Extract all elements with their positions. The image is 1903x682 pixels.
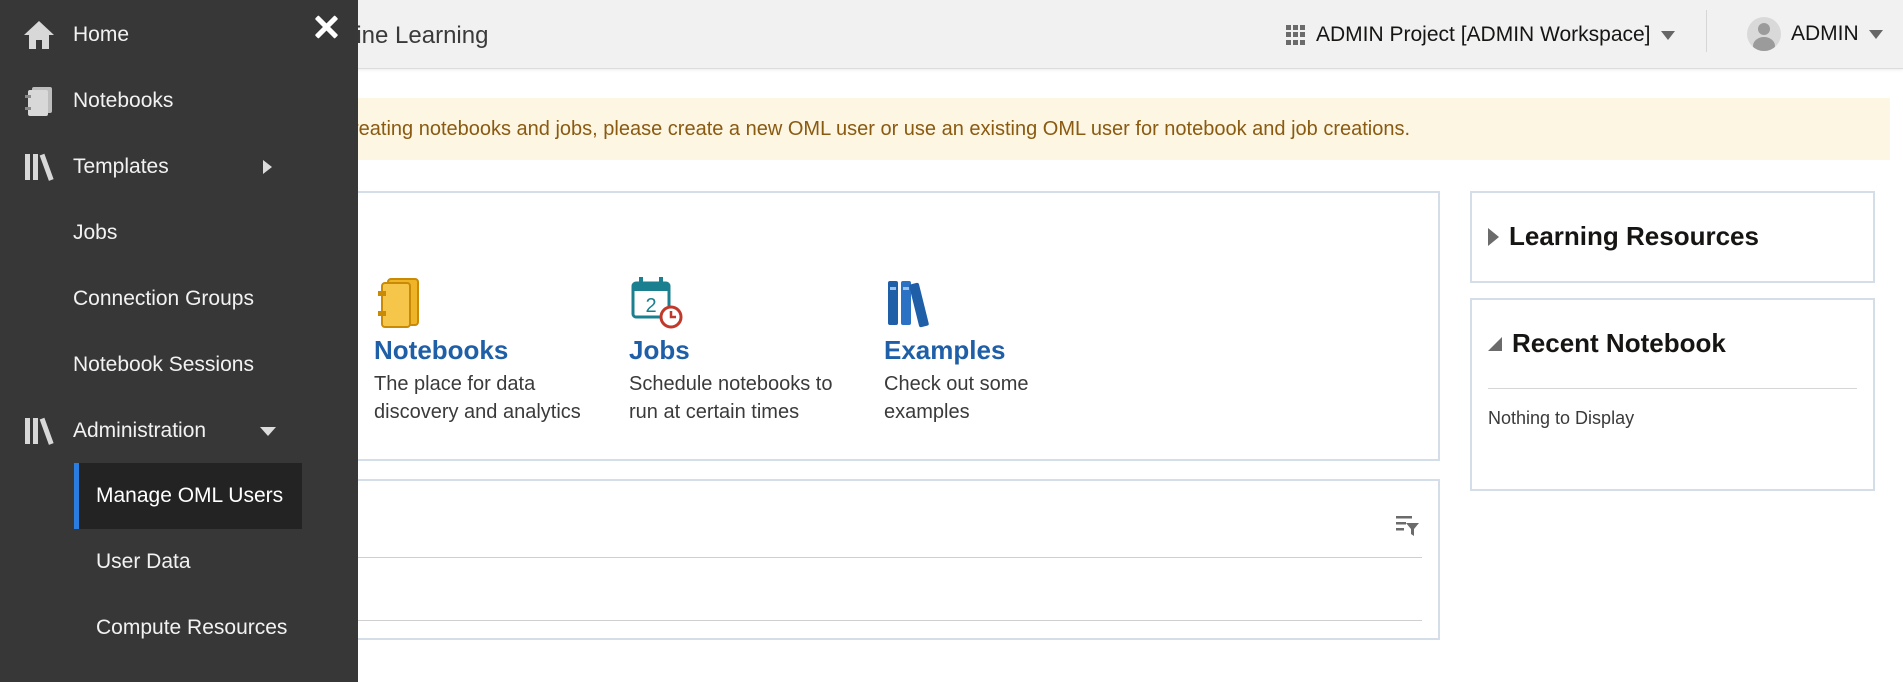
svg-text:2: 2 bbox=[645, 295, 656, 317]
app-title: hine Learning bbox=[343, 22, 489, 49]
nav-item-label: Administration bbox=[73, 419, 207, 442]
description-line: Schedule notebooks to bbox=[629, 373, 833, 395]
project-selector[interactable]: ADMIN Project [ADMIN Workspace] bbox=[1286, 18, 1675, 52]
nav-item-templates[interactable]: Templates bbox=[0, 139, 358, 195]
nav-item-administration[interactable]: Administration bbox=[0, 403, 358, 459]
description-line: Check out some bbox=[884, 373, 1029, 395]
quick-action-title: Jobs bbox=[629, 335, 690, 365]
calendar-clock-icon: 2 bbox=[629, 275, 859, 331]
nav-item-connection-groups[interactable]: Connection Groups bbox=[0, 271, 358, 327]
chevron-down-icon bbox=[1868, 29, 1883, 39]
project-selector-label: ADMIN Project [ADMIN Workspace] bbox=[1316, 23, 1651, 46]
quick-action-jobs[interactable]: 2 Jobs Schedule notebooks to run at cert… bbox=[629, 275, 859, 426]
panel-divider bbox=[1488, 388, 1857, 389]
library-icon bbox=[22, 151, 56, 183]
nav-subitem-label: Compute Resources bbox=[96, 616, 288, 639]
list-divider bbox=[332, 557, 1422, 558]
nav-item-label: Templates bbox=[73, 155, 169, 178]
warning-banner: reating notebooks and jobs, please creat… bbox=[340, 98, 1890, 160]
nav-item-notebook-sessions[interactable]: Notebook Sessions bbox=[0, 337, 358, 393]
recent-notebook-title: Recent Notebook bbox=[1512, 328, 1726, 358]
nav-item-jobs[interactable]: Jobs bbox=[0, 205, 358, 261]
avatar-icon bbox=[1747, 17, 1781, 51]
notebooks-icon bbox=[22, 85, 56, 117]
list-divider bbox=[332, 620, 1422, 621]
quick-action-title: Notebooks bbox=[374, 335, 509, 365]
nav-subitem-compute-resources[interactable]: Compute Resources bbox=[74, 595, 302, 661]
learning-resources-toggle[interactable]: Learning Resources bbox=[1488, 221, 1759, 252]
home-icon bbox=[22, 19, 56, 51]
nav-subitem-label: User Data bbox=[96, 550, 191, 573]
quick-actions-panel: Notebooks The place for data discovery a… bbox=[330, 191, 1440, 461]
user-menu[interactable]: ADMIN bbox=[1747, 15, 1883, 53]
collapse-icon bbox=[1488, 336, 1502, 351]
books-icon bbox=[884, 275, 1114, 331]
nav-item-label: Connection Groups bbox=[73, 287, 254, 310]
nav-subitem-manage-oml-users[interactable]: Manage OML Users bbox=[74, 463, 302, 529]
nav-item-notebooks[interactable]: Notebooks bbox=[0, 73, 358, 129]
learning-resources-title: Learning Resources bbox=[1509, 221, 1759, 251]
nav-item-label: Notebook Sessions bbox=[73, 353, 254, 376]
empty-state-text: Nothing to Display bbox=[1488, 408, 1635, 428]
nav-item-label: Home bbox=[73, 23, 130, 46]
nav-subitem-user-data[interactable]: User Data bbox=[74, 529, 302, 595]
grid-icon bbox=[1286, 25, 1306, 45]
recent-notebook-panel: Recent Notebook Nothing to Display bbox=[1470, 298, 1875, 491]
quick-action-title: Examples bbox=[884, 335, 1006, 365]
chevron-right-icon bbox=[263, 160, 272, 174]
expand-icon bbox=[1488, 227, 1499, 246]
notebook-icon bbox=[374, 275, 604, 331]
nav-item-home[interactable]: Home bbox=[0, 7, 358, 63]
description-line: examples bbox=[884, 401, 970, 423]
description-line: run at certain times bbox=[629, 401, 800, 423]
filter-icon[interactable] bbox=[1394, 513, 1420, 539]
chevron-down-icon bbox=[260, 426, 276, 436]
recent-activity-panel bbox=[330, 479, 1440, 640]
chevron-down-icon bbox=[1660, 30, 1675, 40]
quick-action-description: Check out some examples bbox=[884, 370, 1114, 426]
recent-notebook-toggle[interactable]: Recent Notebook bbox=[1488, 328, 1726, 359]
quick-action-examples[interactable]: Examples Check out some examples bbox=[884, 275, 1114, 426]
quick-action-notebooks[interactable]: Notebooks The place for data discovery a… bbox=[374, 275, 604, 426]
header-divider bbox=[1706, 10, 1707, 52]
navigation-drawer: Home Notebooks Templates Jobs Connection bbox=[0, 0, 358, 682]
nav-subitem-label: Manage OML Users bbox=[96, 484, 284, 507]
description-line: The place for data bbox=[374, 373, 536, 395]
nav-item-label: Notebooks bbox=[73, 89, 174, 112]
quick-action-description: The place for data discovery and analyti… bbox=[374, 370, 604, 426]
description-line: discovery and analytics bbox=[374, 401, 581, 423]
quick-action-description: Schedule notebooks to run at certain tim… bbox=[629, 370, 859, 426]
library-icon bbox=[22, 415, 56, 447]
learning-resources-panel: Learning Resources bbox=[1470, 191, 1875, 283]
banner-message: reating notebooks and jobs, please creat… bbox=[352, 117, 1411, 140]
user-name: ADMIN bbox=[1791, 22, 1859, 45]
nav-item-label: Jobs bbox=[73, 221, 118, 244]
